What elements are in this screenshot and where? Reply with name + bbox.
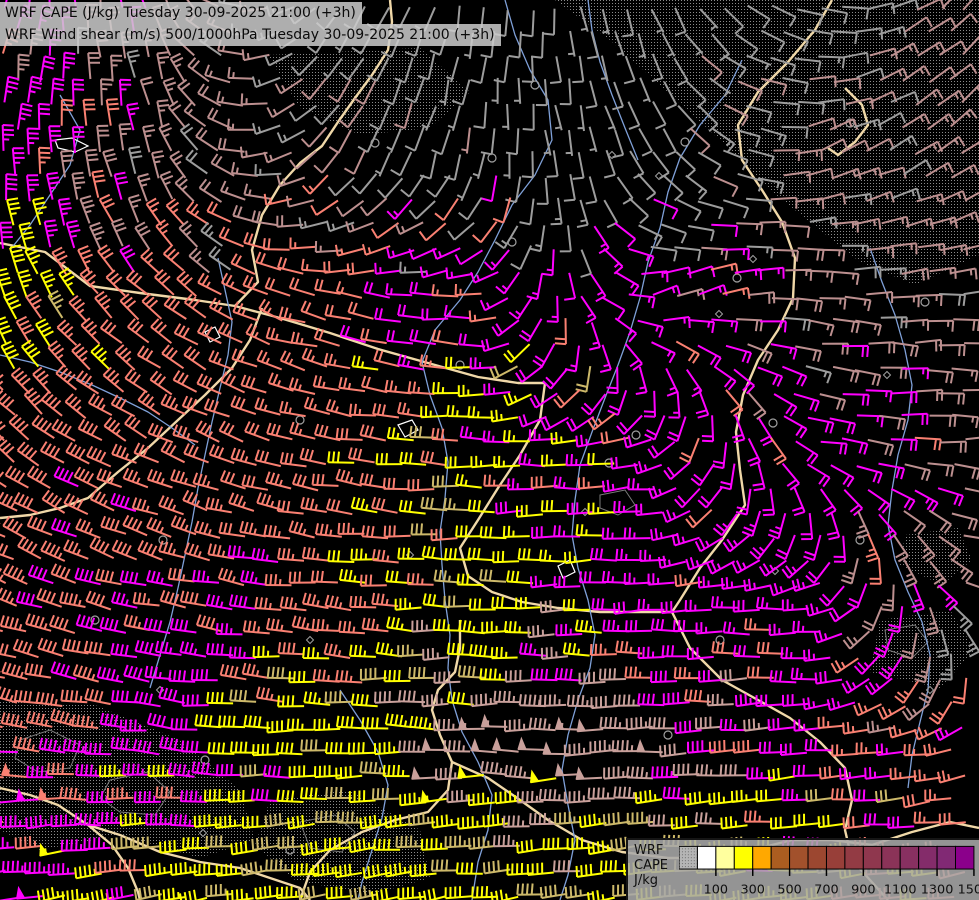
legend-color-box xyxy=(956,846,974,869)
legend-color-box xyxy=(716,846,734,869)
legend-tick-label: 500 xyxy=(778,883,802,898)
map-canvas xyxy=(0,0,979,900)
title-line-shear: WRF Wind shear (m/s) 500/1000hPa Tuesday… xyxy=(0,24,501,46)
title-line-cape: WRF CAPE (J/kg) Tuesday 30-09-2025 21:00… xyxy=(0,2,362,24)
legend-tick-label: 900 xyxy=(851,883,875,898)
legend-tick-label: 1300 xyxy=(921,883,954,898)
legend-color-box xyxy=(808,846,826,869)
legend-tick-label: 100 xyxy=(704,883,728,898)
wind-barb xyxy=(637,751,663,752)
legend-color-box xyxy=(845,846,863,869)
legend-color-box xyxy=(698,846,716,869)
weather-map-stage: WRF CAPE (J/kg) Tuesday 30-09-2025 21:00… xyxy=(0,0,979,900)
legend-color-box xyxy=(790,846,808,869)
title-bar: WRF CAPE (J/kg) Tuesday 30-09-2025 21:00… xyxy=(0,2,501,46)
legend-color-box xyxy=(753,846,771,869)
legend-color-box xyxy=(919,846,937,869)
legend-color-box xyxy=(864,846,882,869)
legend-color-box xyxy=(772,846,790,869)
legend-label-cape: CAPE xyxy=(634,858,679,873)
legend-color-box xyxy=(735,846,753,869)
legend-label-units: J/kg xyxy=(634,873,679,888)
legend-label-wrf: WRF xyxy=(634,843,679,858)
legend-colorbar: 100 300 500 700 900 1100 1300 1500 xyxy=(679,845,979,899)
legend-color-box xyxy=(882,846,900,869)
wind-barb xyxy=(576,778,602,779)
legend-color-box xyxy=(937,846,955,869)
wind-barb xyxy=(518,749,544,750)
legend-tick-label: 1100 xyxy=(884,883,917,898)
legend-color-box xyxy=(901,846,919,869)
legend-tick-label: 700 xyxy=(815,883,839,898)
legend-tick-label: 300 xyxy=(741,883,765,898)
wind-barb xyxy=(412,777,438,778)
legend-color-box xyxy=(679,846,697,869)
legend-tick-label: 1500 xyxy=(958,883,979,898)
legend-color-box xyxy=(827,846,845,869)
legend-label-block: WRF CAPE J/kg xyxy=(628,840,679,888)
cape-legend-panel: WRF CAPE J/kg 100 300 500 700 900 1100 1300 150… xyxy=(626,838,979,900)
